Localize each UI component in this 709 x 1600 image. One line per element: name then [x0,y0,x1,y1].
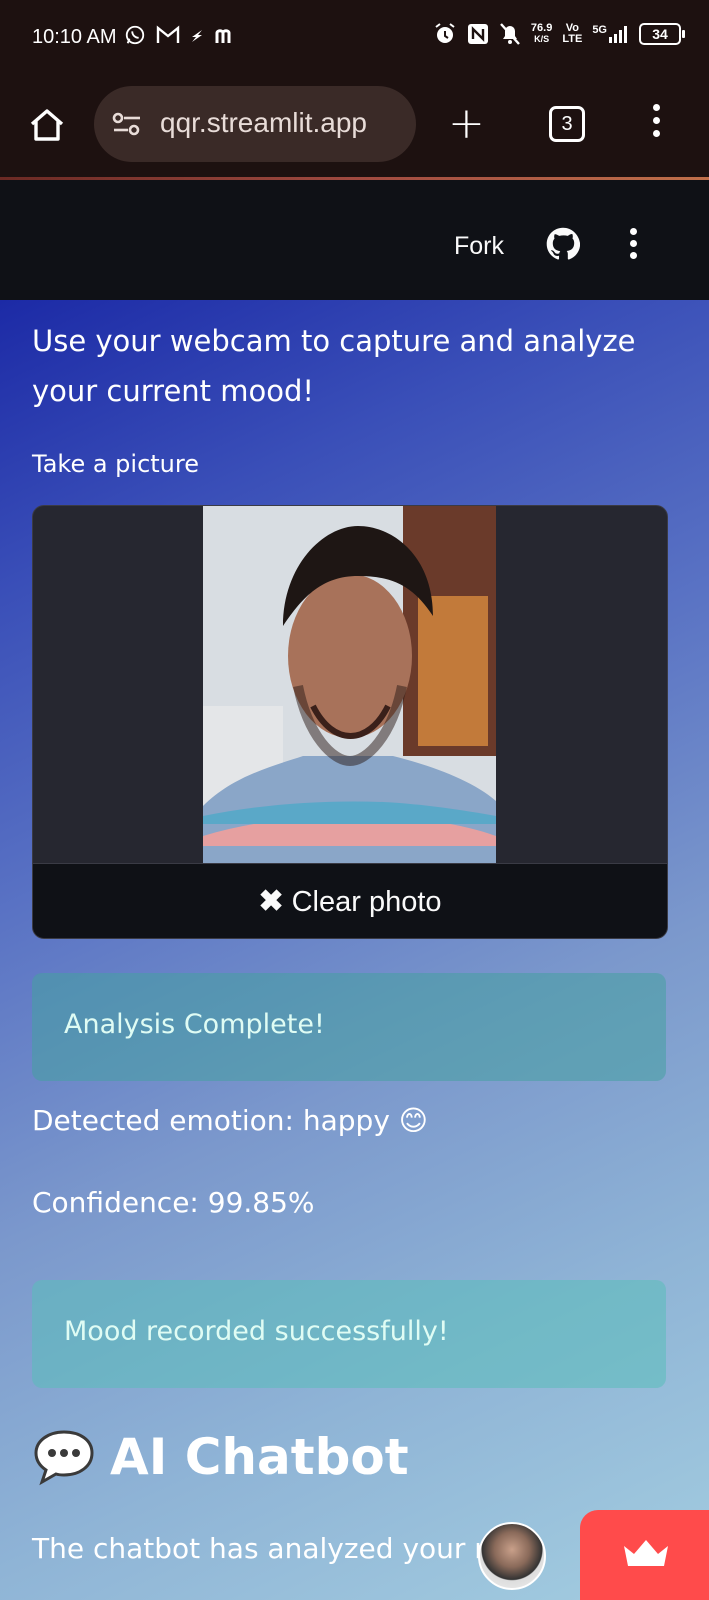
system-status: 76.9 K/S Vo LTE 5G 34 [433,22,685,46]
app-menu-icon[interactable] [628,228,638,262]
volte-bottom: LTE [562,33,583,45]
whatsapp-icon [125,25,145,45]
camera-label: Take a picture [32,450,199,478]
volte-indicator: Vo LTE [562,23,582,45]
chatbot-title: AI Chatbot [110,1428,409,1486]
net-speed-value: 76.9 [530,22,553,34]
github-icon[interactable] [546,227,580,261]
signal-indicator: 5G [592,25,629,43]
main-content: Use your webcam to capture and analyze y… [0,300,709,1600]
url-bar[interactable]: qqr.streamlit.app [94,86,416,162]
chatbot-intro: The chatbot has analyzed your mo [32,1532,519,1565]
intro-text: Use your webcam to capture and analyze y… [32,324,636,408]
alarm-icon [435,23,455,43]
close-icon: ✖ [258,885,284,918]
mood-recorded-alert: Mood recorded successfully! [32,1280,666,1388]
m-app-icon [215,29,231,43]
home-icon[interactable] [28,106,66,144]
browser-toolbar: qqr.streamlit.app + 3 [0,78,709,180]
analysis-success-alert: Analysis Complete! [32,973,666,1081]
signal-bars-icon [609,26,627,43]
browser-menu-icon[interactable] [650,104,662,144]
site-settings-icon[interactable] [112,110,142,138]
creator-avatar[interactable] [478,1522,546,1590]
camera-input: ✖ Clear photo [32,505,668,939]
clear-photo-button[interactable]: ✖ Clear photo [33,863,667,938]
url-text[interactable]: qqr.streamlit.app [160,107,367,139]
status-time: 10:10 AM [32,26,117,48]
fork-button[interactable]: Fork [454,232,504,261]
analysis-alert-text: Analysis Complete! [64,1009,325,1040]
manage-app-button[interactable] [580,1510,709,1600]
clear-photo-label: Clear photo [291,886,442,918]
gmail-icon [156,25,180,43]
bolt-icon [192,30,202,42]
tab-switcher-button[interactable]: 3 [549,106,585,142]
chatbot-heading: AI Chatbot [32,1428,409,1486]
mood-alert-text: Mood recorded successfully! [64,1316,449,1347]
speech-bubble-icon [34,1430,94,1486]
captured-photo [203,506,496,863]
detected-emotion: Detected emotion: happy 😊 [32,1104,428,1137]
app-header: Fork [0,180,709,300]
confidence-value: Confidence: 99.85% [32,1186,315,1219]
network-type: 5G [592,24,607,36]
mute-bell-icon [500,23,520,45]
nfc-icon [467,24,488,44]
battery-indicator: 34 [639,23,685,45]
net-speed-unit: K/S [534,34,550,44]
status-bar: 10:10 AM 76.9 K/S Vo LTE 5G 34 [0,0,709,78]
notification-icons [124,24,238,46]
net-speed: 76.9 K/S [531,23,552,45]
new-tab-button[interactable]: + [448,102,485,146]
crown-icon [624,1540,668,1566]
